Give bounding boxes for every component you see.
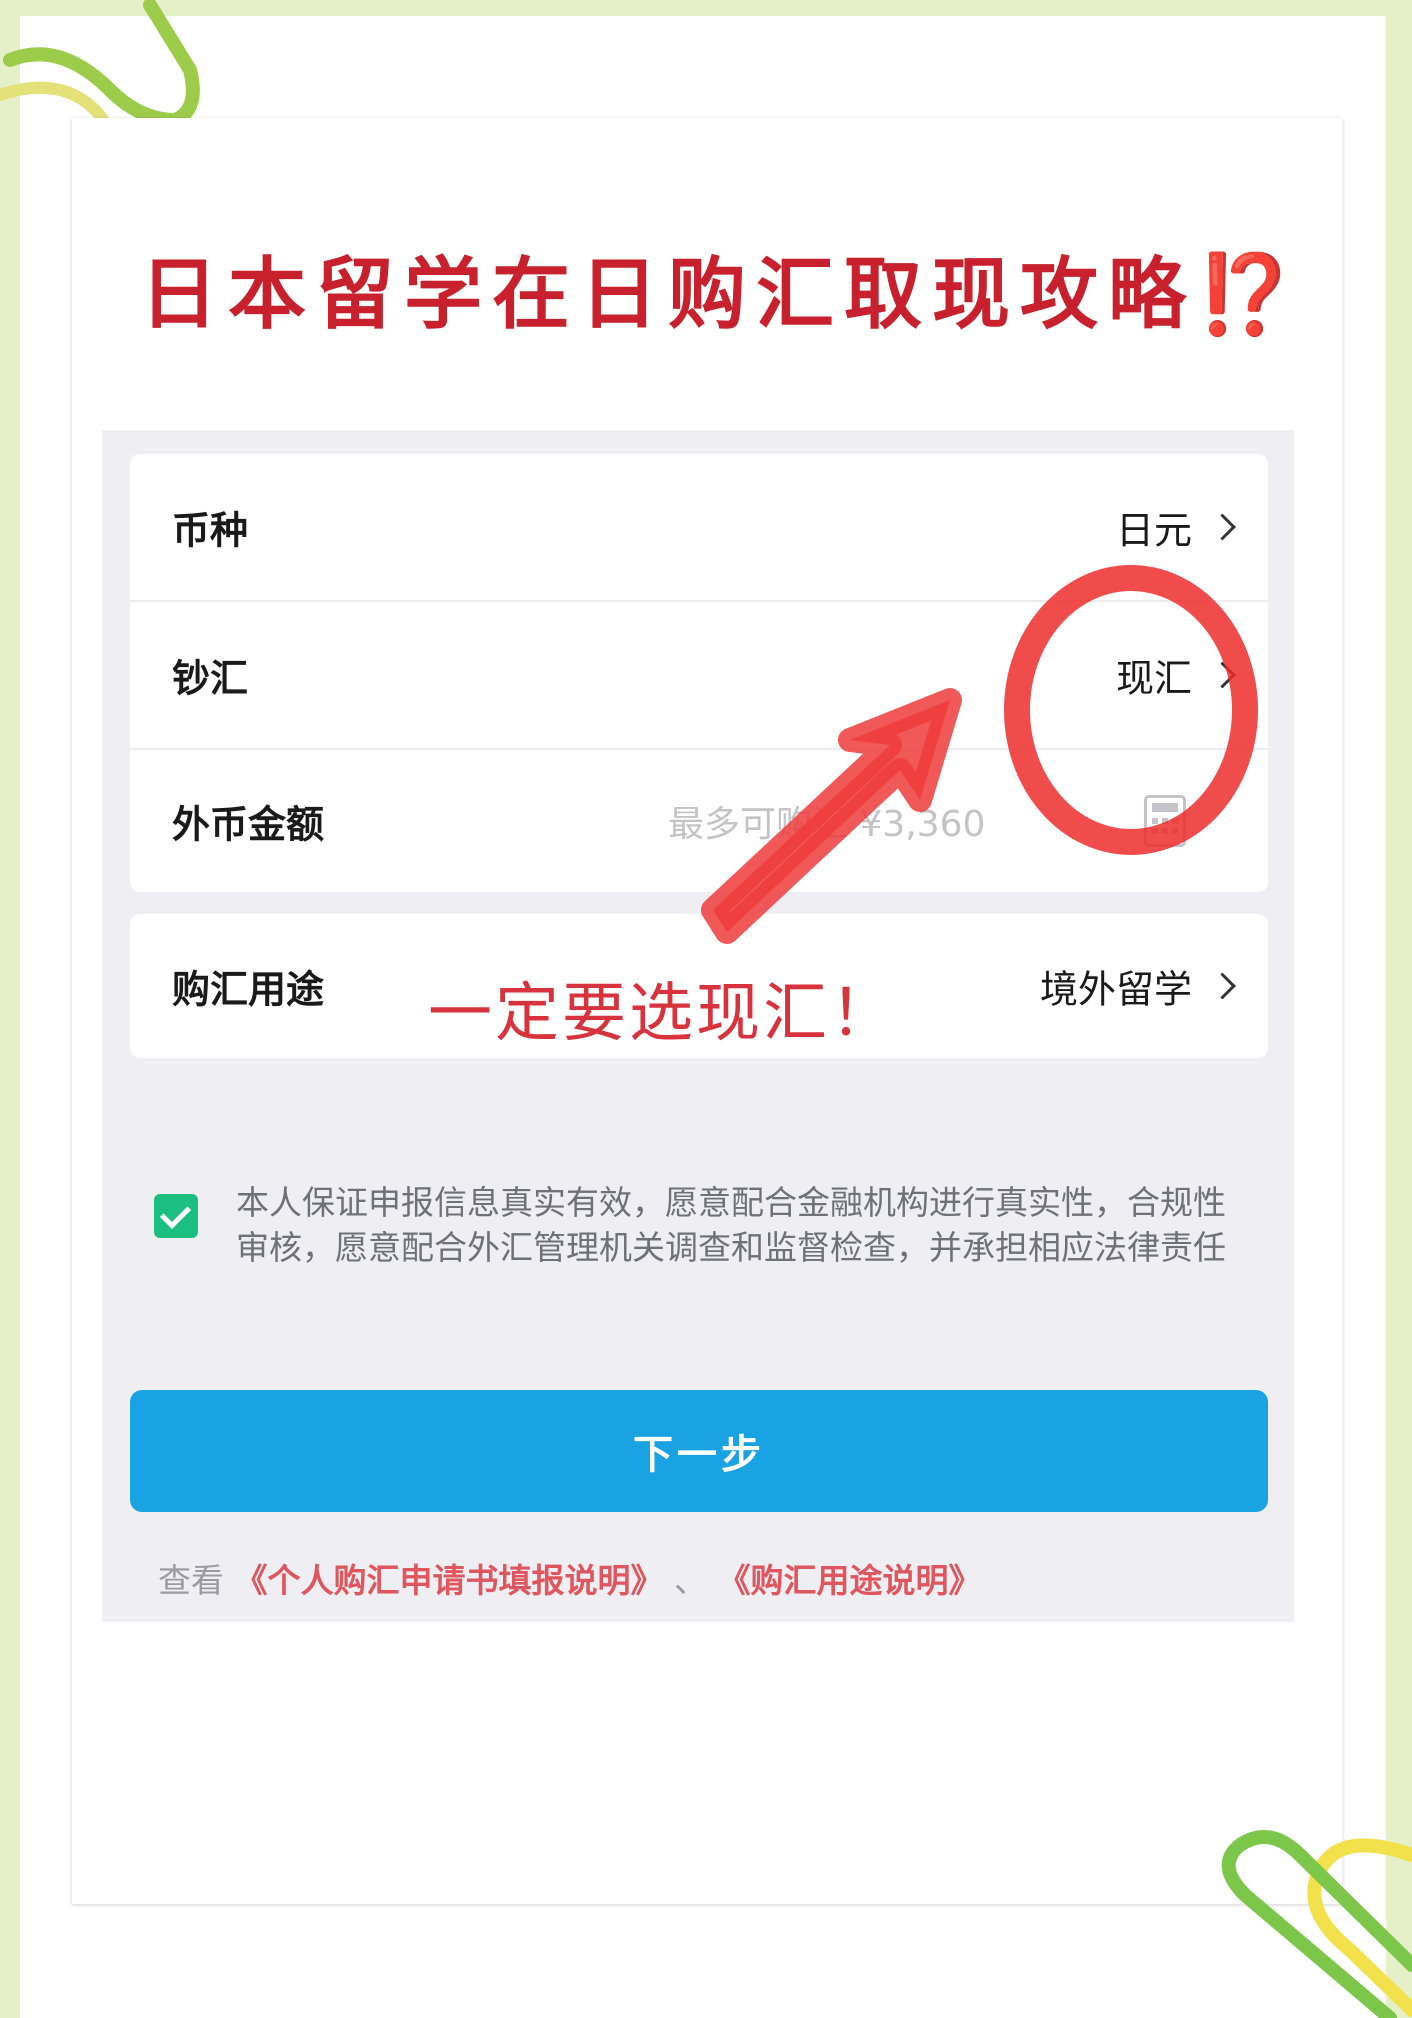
form-group-main: 币种 日元 钞汇 现汇 外币金额 最多可购汇 ¥3,360 <box>130 454 1268 892</box>
purpose-label: 购汇用途 <box>172 967 325 1012</box>
page-title: 日本留学在日购汇取现攻略⁉️ <box>140 232 1300 344</box>
guide-link-application[interactable]: 《个人购汇申请书填报说明》 <box>235 1561 664 1600</box>
footer-separator: 、 <box>674 1561 707 1600</box>
cash-type-row[interactable]: 钞汇 现汇 <box>130 602 1268 748</box>
footer-links: 查看 《个人购汇申请书填报说明》 、 《购汇用途说明》 <box>158 1554 982 1602</box>
chevron-right-icon <box>1209 513 1236 541</box>
purpose-value: 境外留学 <box>1039 967 1192 1012</box>
exclamation-question-icon: ⁉️ <box>1196 250 1294 340</box>
chevron-right-icon <box>1209 661 1236 689</box>
amount-input[interactable]: 最多可购汇 ¥3,360 <box>668 795 985 847</box>
footer-prefix: 查看 <box>158 1561 224 1600</box>
cash-type-label: 钞汇 <box>172 656 249 701</box>
guide-link-purpose[interactable]: 《购汇用途说明》 <box>718 1561 982 1600</box>
currency-row[interactable]: 币种 日元 <box>130 454 1268 600</box>
cash-type-value: 现汇 <box>1115 656 1192 701</box>
agreement-checkbox[interactable] <box>154 1194 198 1238</box>
calculator-icon[interactable] <box>1144 795 1186 847</box>
currency-label: 币种 <box>172 508 249 553</box>
amount-label: 外币金额 <box>172 802 325 847</box>
agreement-text: 本人保证申报信息真实有效，愿意配合金融机构进行真实性，合规性审核，愿意配合外汇管… <box>236 1183 1226 1267</box>
next-button[interactable]: 下一步 <box>130 1390 1268 1512</box>
currency-value: 日元 <box>1115 508 1192 553</box>
chevron-right-icon <box>1209 972 1236 1000</box>
annotation-note: 一定要选现汇！ <box>428 977 897 1051</box>
amount-row: 外币金额 最多可购汇 ¥3,360 <box>130 748 1268 894</box>
title-text: 日本留学在日购汇取现攻略 <box>140 250 1197 340</box>
